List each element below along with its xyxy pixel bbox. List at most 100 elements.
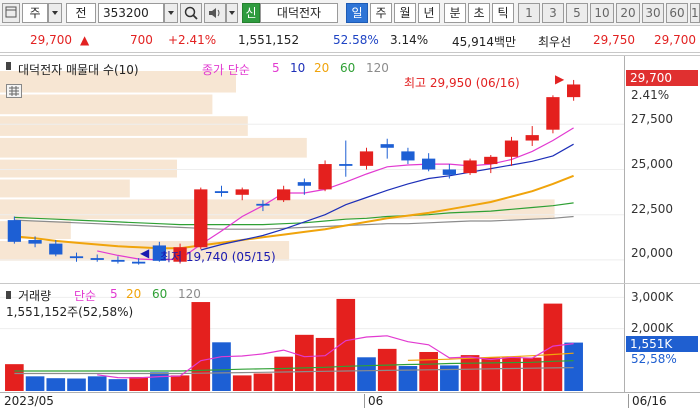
- supply-zone-bar: [0, 137, 307, 158]
- candle-body: [504, 140, 519, 157]
- change-percent: +2.41%: [168, 33, 217, 47]
- candle-body: [401, 151, 415, 161]
- candle-body: [339, 164, 353, 166]
- quote-bar: 29,700 ▲ 700 +2.41% 1,551,152 52.58% 3.1…: [0, 27, 700, 53]
- vol-ma5-legend[interactable]: 5: [110, 287, 118, 301]
- trade-volume: 1,551,152: [238, 33, 300, 47]
- window-menu-icon[interactable]: [2, 3, 20, 23]
- date-label-month: 06: [364, 394, 383, 408]
- candle-body: [277, 189, 291, 201]
- ma20-legend[interactable]: 20: [314, 61, 329, 75]
- ma10-legend[interactable]: 10: [290, 61, 305, 75]
- volume-chart-pane: 거래량 단순 5 20 60 120 1,551,152주(52,58%) 3,…: [0, 283, 700, 393]
- minute-button-5[interactable]: 5: [566, 3, 588, 23]
- minute-button-3[interactable]: 3: [542, 3, 564, 23]
- price-chart[interactable]: [0, 56, 624, 284]
- candle: [463, 158, 477, 175]
- candle: [359, 147, 374, 170]
- supply-zone-bar: [0, 159, 177, 178]
- volume-bar: [5, 364, 24, 391]
- scope-select[interactable]: 전: [66, 3, 96, 23]
- candle-body: [194, 189, 208, 248]
- candle: [194, 187, 208, 250]
- candle-body: [90, 258, 104, 260]
- title-marker: [4, 289, 14, 301]
- best-ask-price: 29,750: [593, 33, 635, 47]
- vol-ma120-legend[interactable]: 120: [178, 287, 201, 301]
- minute-button-10[interactable]: 10: [590, 3, 614, 23]
- volume-bar: [543, 303, 563, 391]
- y-tick-label: 22,500: [631, 202, 673, 216]
- current-price: 29,700: [30, 33, 72, 47]
- minute-button-30[interactable]: 30: [642, 3, 664, 23]
- ma-label: 종가 단순: [202, 63, 250, 77]
- volume-ratio: 52.58%: [333, 33, 379, 47]
- price-pane-title[interactable]: 대덕전자 매물대 수(10): [18, 61, 139, 78]
- company-name: 대덕전자: [260, 3, 338, 23]
- minute-button-60[interactable]: 60: [666, 3, 688, 23]
- ma120-legend[interactable]: 120: [366, 61, 389, 75]
- supply-zone-bar: [0, 199, 555, 220]
- code-dropdown-icon[interactable]: [164, 3, 178, 23]
- volume-summary: 1,551,152주(52,58%): [6, 305, 134, 319]
- volume-bar: [460, 355, 480, 391]
- candle-body: [49, 243, 63, 255]
- period-tab-minute[interactable]: 분: [444, 3, 466, 23]
- period-tab-second[interactable]: 초: [468, 3, 490, 23]
- period-tab-day[interactable]: 일: [346, 3, 368, 23]
- candle: [277, 185, 291, 203]
- volume-axis[interactable]: 3,000K 2,000K 1,551K 52,58%: [624, 284, 700, 393]
- stock-code-input[interactable]: [98, 3, 164, 23]
- turnover-rate: 3.14%: [390, 33, 429, 47]
- current-volume-badge: 1,551K: [626, 336, 698, 352]
- search-icon[interactable]: [180, 3, 202, 23]
- best-quote-label: 최우선: [538, 35, 572, 49]
- volume-bar: [502, 356, 521, 391]
- date-label-current: 06/16: [628, 394, 667, 408]
- supply-zone-bar: [0, 94, 213, 115]
- volume-bar: [564, 342, 583, 391]
- candle-body: [567, 84, 581, 98]
- candle-body: [111, 259, 125, 262]
- volume-bar: [87, 376, 107, 391]
- period-tab-week[interactable]: 주: [370, 3, 392, 23]
- y-tick-label: 25,000: [631, 157, 673, 171]
- minute-button-20[interactable]: 20: [616, 3, 640, 23]
- sound-dropdown-icon[interactable]: [226, 3, 238, 23]
- candle-body: [463, 160, 477, 174]
- minute-button-1[interactable]: 1: [518, 3, 540, 23]
- vol-ma-label: 단순: [74, 289, 97, 303]
- candle-body: [235, 189, 249, 195]
- candle: [546, 95, 560, 134]
- volume-bar: [295, 334, 314, 391]
- volume-pane-title[interactable]: 거래량: [18, 287, 51, 304]
- candle: [504, 136, 519, 166]
- candle: [7, 216, 21, 244]
- low-arrow-icon: ◀: [140, 246, 150, 260]
- up-arrow-icon: ▲: [80, 33, 90, 47]
- current-price-badge: 29,700: [626, 70, 698, 86]
- price-axis[interactable]: 29,700 2.41% 27,500 25,000 22,500 20,000: [624, 56, 700, 284]
- period-tab-year[interactable]: 년: [418, 3, 440, 23]
- period-tab-month[interactable]: 월: [394, 3, 416, 23]
- speaker-icon[interactable]: [204, 3, 226, 23]
- candle: [422, 153, 436, 172]
- grid-toggle-icon[interactable]: [6, 84, 22, 98]
- period-tab-tick[interactable]: 틱: [492, 3, 514, 23]
- market-dropdown-icon[interactable]: [48, 3, 62, 23]
- supply-zone-bar: [0, 179, 130, 198]
- ma60-legend[interactable]: 60: [340, 61, 355, 75]
- price-change: 700: [130, 33, 153, 47]
- volume-bar: [419, 351, 438, 391]
- candle-body: [484, 156, 498, 165]
- volume-bar: [108, 379, 128, 391]
- vol-ma60-legend[interactable]: 60: [152, 287, 167, 301]
- candle-body: [256, 203, 270, 206]
- title-marker: [4, 60, 14, 72]
- vol-ma20-legend[interactable]: 20: [126, 287, 141, 301]
- ma5-legend[interactable]: 5: [272, 61, 280, 75]
- date-axis[interactable]: 2023/05 06 06/16: [0, 392, 700, 410]
- market-select[interactable]: 주: [22, 3, 48, 23]
- candle-body: [214, 191, 229, 193]
- minute-button-120[interactable]: 12: [690, 3, 700, 23]
